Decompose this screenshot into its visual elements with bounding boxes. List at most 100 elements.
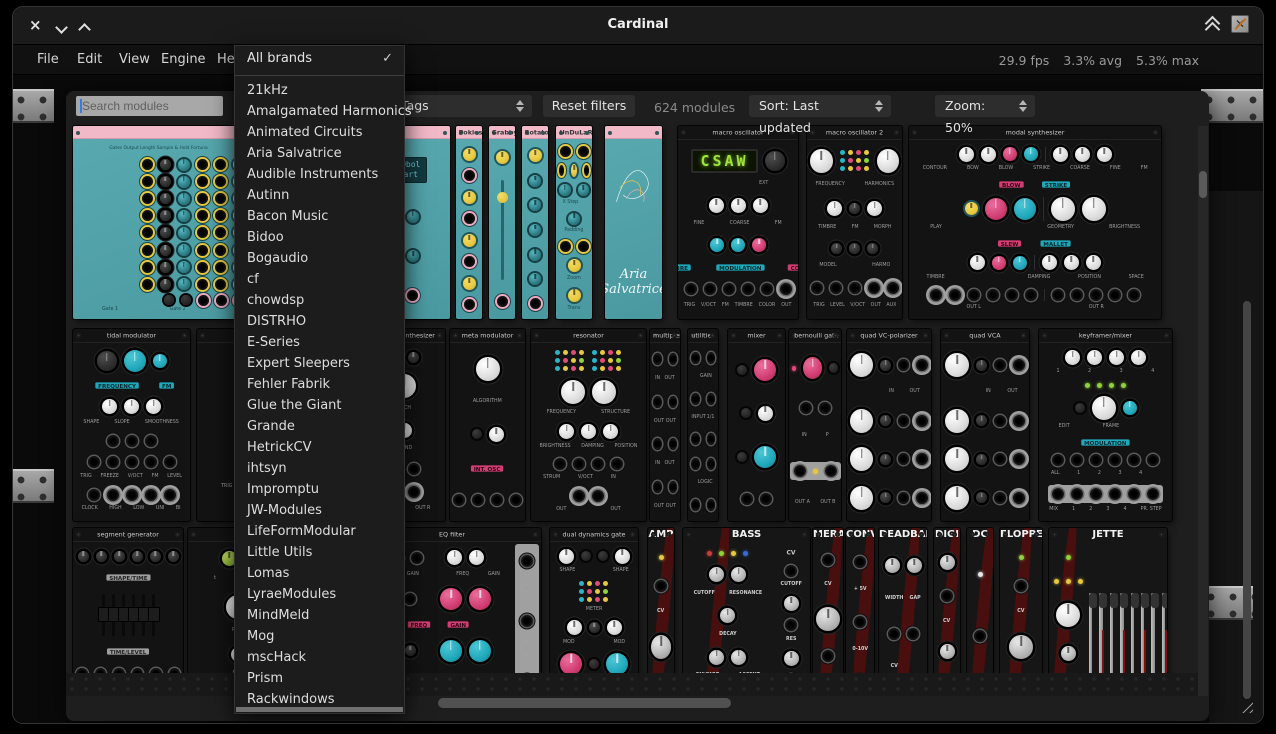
module-card-rotatoes[interactable]: Rotatoes (522, 126, 548, 319)
rack-vertical-scrollbar[interactable] (1243, 301, 1251, 699)
zoom-select[interactable]: Zoom: 50% (935, 95, 1035, 117)
brand-option[interactable]: LyraeModules (235, 584, 404, 605)
module-card-mera[interactable]: MERACVPRE (813, 528, 843, 673)
reset-filters-button[interactable]: Reset filters (543, 95, 635, 117)
jack-port (800, 402, 812, 414)
module-card-tidal-modulator[interactable]: tidal modulatorFREQUENCYFMSHAPESLOPESMOO… (73, 329, 190, 521)
knob (1097, 147, 1112, 162)
knob (1065, 350, 1080, 365)
module-side-column: CVCUTOFFRESDECAY (774, 544, 808, 673)
dropdown-scroll-indicator[interactable] (236, 707, 403, 712)
brand-option[interactable]: Little Utils (235, 542, 404, 563)
brand-option[interactable]: Bogaudio (235, 248, 404, 269)
control-labels: INOUT (653, 460, 677, 465)
knob (1086, 255, 1101, 270)
module-card-macro-oscillator-2[interactable]: macro oscillator 2FREQUENCYHARMONICSTIMB… (807, 126, 902, 319)
brand-option[interactable]: Audible Instruments (235, 164, 404, 185)
module-card-keyframer-mixer[interactable]: keyframer/mixer1234EDITFRAMEMODULATIONAL… (1039, 329, 1172, 521)
brand-option[interactable]: JW-Modules (235, 500, 404, 521)
jack-port (691, 499, 700, 511)
knob (940, 644, 955, 659)
menu-edit[interactable]: Edit (77, 52, 102, 67)
brand-option[interactable]: Animated Circuits (235, 122, 404, 143)
menu-view[interactable]: View (119, 52, 150, 67)
module-card-macro-oscillator[interactable]: macro oscillatorCSAWEXTFINECOARSEFMTIMBR… (678, 126, 798, 319)
jack-port (408, 463, 420, 475)
control-row (534, 458, 643, 470)
module-card-multiples[interactable]: multiplesINOUTOUTOUTINOUTOUTOUT (650, 329, 680, 521)
browser-scrollbar-thumb[interactable] (1199, 171, 1207, 198)
brand-option-all[interactable]: All brands ✓ (235, 46, 404, 71)
module-card-quad-vca[interactable]: quad VCAINOUT (941, 329, 1029, 521)
module-card-digi[interactable]: DIGICVANALOG (934, 528, 960, 673)
brand-option[interactable]: E-Series (235, 332, 404, 353)
control-row (681, 283, 795, 295)
tags-select[interactable]: Tags (391, 95, 532, 117)
knob (476, 357, 500, 381)
shade-window-icon[interactable] (1205, 16, 1219, 32)
module-card-bernoulli-gate[interactable]: bernoulli gateINPOUT AOUT B (789, 329, 841, 521)
brand-option[interactable]: Aria Salvatrice (235, 143, 404, 164)
brand-option[interactable]: Bidoo (235, 227, 404, 248)
control-row (453, 427, 522, 442)
brand-option[interactable]: HetrickCV (235, 437, 404, 458)
brand-option[interactable]: Amalgamated Harmonics (235, 101, 404, 122)
jack-port (819, 402, 831, 414)
brand-option[interactable]: Prism (235, 668, 404, 689)
brand-option[interactable]: Lomas (235, 563, 404, 584)
menu-file[interactable]: File (37, 52, 59, 67)
window-menu-icon[interactable]: ✕ (1231, 15, 1249, 33)
module-card-undular[interactable]: UnDuLaRX StepPaddingZoomTrans (556, 126, 592, 319)
module-card-grabby[interactable]: Grabby (489, 126, 515, 319)
module-card-mixer[interactable]: mixer (728, 329, 785, 521)
module-card-resonator[interactable]: resonatorFREQUENCYSTRUCTUREBRIGHTNESSDAM… (531, 329, 646, 521)
brand-option[interactable]: DISTRHO (235, 311, 404, 332)
module-card-conv[interactable]: CONV+ 5V0-10V0-10V (846, 528, 874, 673)
brand-option[interactable]: 21kHz (235, 80, 404, 101)
jack-port (916, 415, 928, 427)
module-card-jette[interactable]: JETTEINPUT (1049, 528, 1167, 673)
module-card-dual-dynamics-gate[interactable]: dual dynamics gateSHAPESHAPEMETERMODMODL… (550, 528, 638, 673)
search-input[interactable] (76, 96, 223, 116)
led-indicator (1085, 383, 1090, 388)
brand-option[interactable]: Grande (235, 416, 404, 437)
module-card[interactable]: Aria Salvatrice (605, 126, 662, 319)
browser-horizontal-scrollbar[interactable] (438, 698, 731, 708)
browser-scrollbar-track[interactable] (1198, 126, 1208, 696)
brand-option[interactable]: Bacon Music (235, 206, 404, 227)
module-card-bass[interactable]: BASSCUTOFFRESONANCEDECAYENVMODACCENTACCE… (683, 528, 810, 673)
menu-engine[interactable]: Engine (161, 52, 206, 67)
sort-select[interactable]: Sort: Last updated (749, 95, 891, 117)
brand-option[interactable]: MindMeld (235, 605, 404, 626)
module-card-utilities[interactable]: utilitiesGAININPUT1/1LOGIC (688, 329, 718, 521)
module-card-meta-modulator[interactable]: meta modulatorALGORITHMINT. OSC (450, 329, 525, 521)
module-card-pokies[interactable]: Pokies (456, 126, 482, 319)
module-card-dc[interactable]: DCIN (967, 528, 993, 673)
brand-option[interactable]: cf (235, 269, 404, 290)
module-card-deadband[interactable]: DEADBANDWIDTHGAPCV (879, 528, 927, 673)
module-card-quad-vc-polarizer[interactable]: quad VC-polarizerINOUT (847, 329, 931, 521)
control-labels: CV (651, 608, 671, 613)
brand-option[interactable]: chowdsp (235, 290, 404, 311)
knob (1042, 255, 1057, 270)
label-chip: FM (159, 383, 174, 389)
control-row (525, 273, 545, 285)
brand-option[interactable]: Expert Sleepers (235, 353, 404, 374)
brand-option[interactable]: LifeFormModular (235, 521, 404, 542)
module-card-flopper[interactable]: FLOPPERCVININ (1000, 528, 1042, 673)
brand-option[interactable]: Impromptu (235, 479, 404, 500)
control-labels: CUTOFF (774, 581, 808, 586)
brand-option[interactable]: Glue the Giant (235, 395, 404, 416)
knob (469, 588, 491, 610)
control-row (76, 435, 187, 447)
module-card-modal-synthesizer[interactable]: modal synthesizerCONTOURBOWBLOWSTRIKECOA… (909, 126, 1161, 319)
brand-option[interactable]: Autinn (235, 185, 404, 206)
jack-port (1109, 454, 1121, 466)
module-card-amp[interactable]: AMPCVIN (648, 528, 674, 673)
brand-option[interactable]: mscHack (235, 647, 404, 668)
brand-option[interactable]: Fehler Fabrik (235, 374, 404, 395)
module-card-segment-generator[interactable]: segment generatorSHAPE/TIMETIME/LEVELGAT… (73, 528, 183, 673)
control-row (691, 393, 715, 405)
brand-option[interactable]: Mog (235, 626, 404, 647)
brand-option[interactable]: ihtsyn (235, 458, 404, 479)
